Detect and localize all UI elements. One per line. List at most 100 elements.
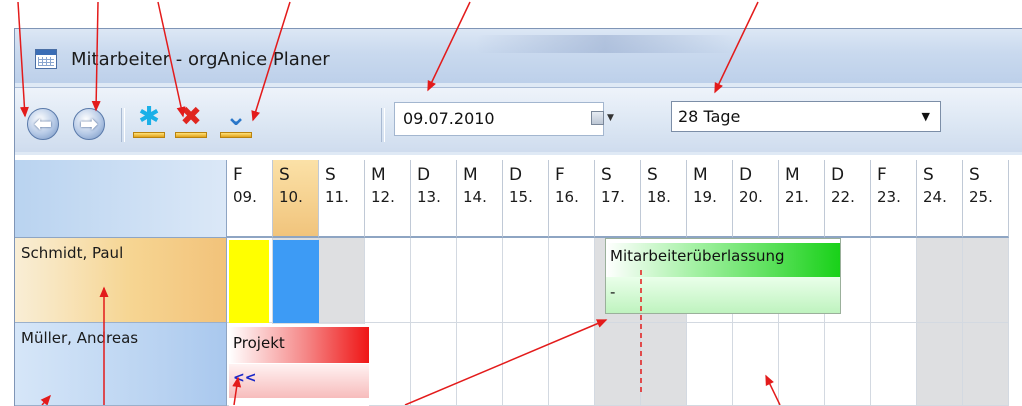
schedule-cell[interactable] bbox=[917, 238, 963, 323]
schedule-cell[interactable] bbox=[687, 323, 733, 406]
day-number: 20. bbox=[739, 188, 763, 206]
schedule-cell[interactable] bbox=[365, 238, 411, 323]
schedule-cell[interactable] bbox=[457, 323, 503, 406]
schedule-cell[interactable] bbox=[779, 323, 825, 406]
weekday-letter: D bbox=[739, 165, 753, 185]
schedule-cell[interactable] bbox=[549, 323, 595, 406]
employee-name: Müller, Andreas bbox=[21, 329, 139, 347]
appointment-mitarbeiterueberlassung[interactable]: Mitarbeiterüberlassung - bbox=[605, 238, 841, 314]
weekday-letter: D bbox=[417, 165, 431, 185]
day-header[interactable]: M 12. bbox=[365, 160, 411, 238]
toolbar: ⬅ ➡ ✱ ✖ ⌄ 09.07.2010 ▼ 28 Tage ▼ bbox=[15, 87, 1022, 152]
employee-row-schmidt[interactable]: Schmidt, Paul bbox=[15, 238, 227, 323]
schedule-cell[interactable] bbox=[871, 238, 917, 323]
schedule-cell[interactable] bbox=[825, 323, 871, 406]
day-header[interactable]: S 17. bbox=[595, 160, 641, 238]
schedule-cell[interactable] bbox=[963, 323, 1009, 406]
day-number: 12. bbox=[371, 188, 395, 206]
weekday-letter: F bbox=[877, 165, 887, 185]
schedule-cell[interactable] bbox=[963, 238, 1009, 323]
appointment-detail: - bbox=[610, 283, 616, 301]
day-header[interactable]: S 18. bbox=[641, 160, 687, 238]
schedule-cell[interactable] bbox=[411, 323, 457, 406]
schedule-cell[interactable] bbox=[641, 323, 687, 406]
new-star-icon[interactable]: ✱ bbox=[131, 102, 167, 142]
schedule-cell[interactable] bbox=[503, 238, 549, 323]
day-header[interactable]: F 16. bbox=[549, 160, 595, 238]
day-number: 16. bbox=[555, 188, 579, 206]
range-value: 28 Tage bbox=[678, 107, 741, 126]
toolbar-separator bbox=[121, 108, 125, 142]
weekday-letter: S bbox=[923, 165, 934, 185]
date-value: 09.07.2010 bbox=[403, 109, 495, 128]
schedule-cell[interactable] bbox=[319, 238, 365, 323]
schedule-cell[interactable] bbox=[733, 323, 779, 406]
day-header[interactable]: D 15. bbox=[503, 160, 549, 238]
day-number: 15. bbox=[509, 188, 533, 206]
employee-name: Schmidt, Paul bbox=[21, 244, 124, 262]
day-number: 19. bbox=[693, 188, 717, 206]
schedule-cell[interactable] bbox=[411, 238, 457, 323]
schedule-cell[interactable] bbox=[365, 323, 411, 406]
day-header[interactable]: D 22. bbox=[825, 160, 871, 238]
day-number: 10. bbox=[279, 188, 303, 206]
absence-bar-blue[interactable] bbox=[273, 240, 319, 323]
weekday-letter: M bbox=[371, 165, 386, 185]
weekday-letter: M bbox=[693, 165, 708, 185]
weekday-letter: S bbox=[279, 165, 290, 185]
left-arrow-icon[interactable]: ⬅ bbox=[27, 108, 59, 140]
day-header[interactable]: M 19. bbox=[687, 160, 733, 238]
day-header[interactable]: M 21. bbox=[779, 160, 825, 238]
weekday-letter: F bbox=[555, 165, 565, 185]
appointment-title: Mitarbeiterüberlassung bbox=[610, 247, 785, 265]
day-number: 22. bbox=[831, 188, 855, 206]
day-header[interactable]: F 09. bbox=[227, 160, 273, 238]
right-arrow-icon[interactable]: ➡ bbox=[73, 108, 105, 140]
schedule-cell[interactable] bbox=[549, 238, 595, 323]
window-title: Mitarbeiter - orgAnice Planer bbox=[71, 49, 330, 70]
move-down-icon[interactable]: ⌄ bbox=[218, 102, 254, 142]
day-number: 24. bbox=[923, 188, 947, 206]
weekday-letter: D bbox=[509, 165, 523, 185]
planner-grid: F 09. S 10. S 11. M 12. D 13. M 14. D 15. F 16. S 17. S 18.… bbox=[15, 155, 1022, 406]
appointment-projekt[interactable]: Projekt << bbox=[229, 324, 369, 406]
day-header[interactable]: S 11. bbox=[319, 160, 365, 238]
date-field[interactable]: 09.07.2010 ▼ bbox=[394, 102, 614, 136]
schedule-cell[interactable] bbox=[595, 323, 641, 406]
employee-row-mueller[interactable]: Müller, Andreas bbox=[15, 323, 227, 406]
day-number: 17. bbox=[601, 188, 625, 206]
day-number: 13. bbox=[417, 188, 441, 206]
employee-column-header bbox=[15, 160, 227, 238]
day-header[interactable]: D 13. bbox=[411, 160, 457, 238]
range-dropdown[interactable]: 28 Tage ▼ bbox=[671, 101, 941, 132]
blurred-background-window bbox=[475, 35, 735, 53]
day-number: 23. bbox=[877, 188, 901, 206]
weekday-letter: M bbox=[463, 165, 478, 185]
appointment-title: Projekt bbox=[233, 334, 285, 352]
schedule-cell[interactable] bbox=[871, 323, 917, 406]
schedule-cell[interactable] bbox=[917, 323, 963, 406]
day-number: 14. bbox=[463, 188, 487, 206]
chevron-down-icon: ▼ bbox=[921, 110, 930, 123]
day-header[interactable]: F 23. bbox=[871, 160, 917, 238]
weekday-letter: S bbox=[647, 165, 658, 185]
day-number: 09. bbox=[233, 188, 257, 206]
day-header[interactable]: S 10. bbox=[273, 160, 319, 238]
day-header[interactable]: D 20. bbox=[733, 160, 779, 238]
weekday-letter: M bbox=[785, 165, 800, 185]
weekday-letter: D bbox=[831, 165, 845, 185]
weekday-letter: S bbox=[325, 165, 336, 185]
schedule-cell[interactable] bbox=[503, 323, 549, 406]
absence-bar-yellow[interactable] bbox=[229, 240, 269, 323]
schedule-cell[interactable] bbox=[457, 238, 503, 323]
delete-x-icon[interactable]: ✖ bbox=[173, 102, 209, 142]
calendar-icon[interactable]: ▼ bbox=[591, 111, 621, 127]
day-header[interactable]: S 25. bbox=[963, 160, 1009, 238]
day-header[interactable]: S 24. bbox=[917, 160, 963, 238]
weekday-letter: S bbox=[601, 165, 612, 185]
continues-left-icon[interactable]: << bbox=[233, 370, 256, 386]
title-bar: Mitarbeiter - orgAnice Planer bbox=[15, 29, 1022, 83]
day-header[interactable]: M 14. bbox=[457, 160, 503, 238]
planner-window: Mitarbeiter - orgAnice Planer ⬅ ➡ ✱ ✖ ⌄ … bbox=[14, 28, 1022, 406]
day-number: 11. bbox=[325, 188, 349, 206]
